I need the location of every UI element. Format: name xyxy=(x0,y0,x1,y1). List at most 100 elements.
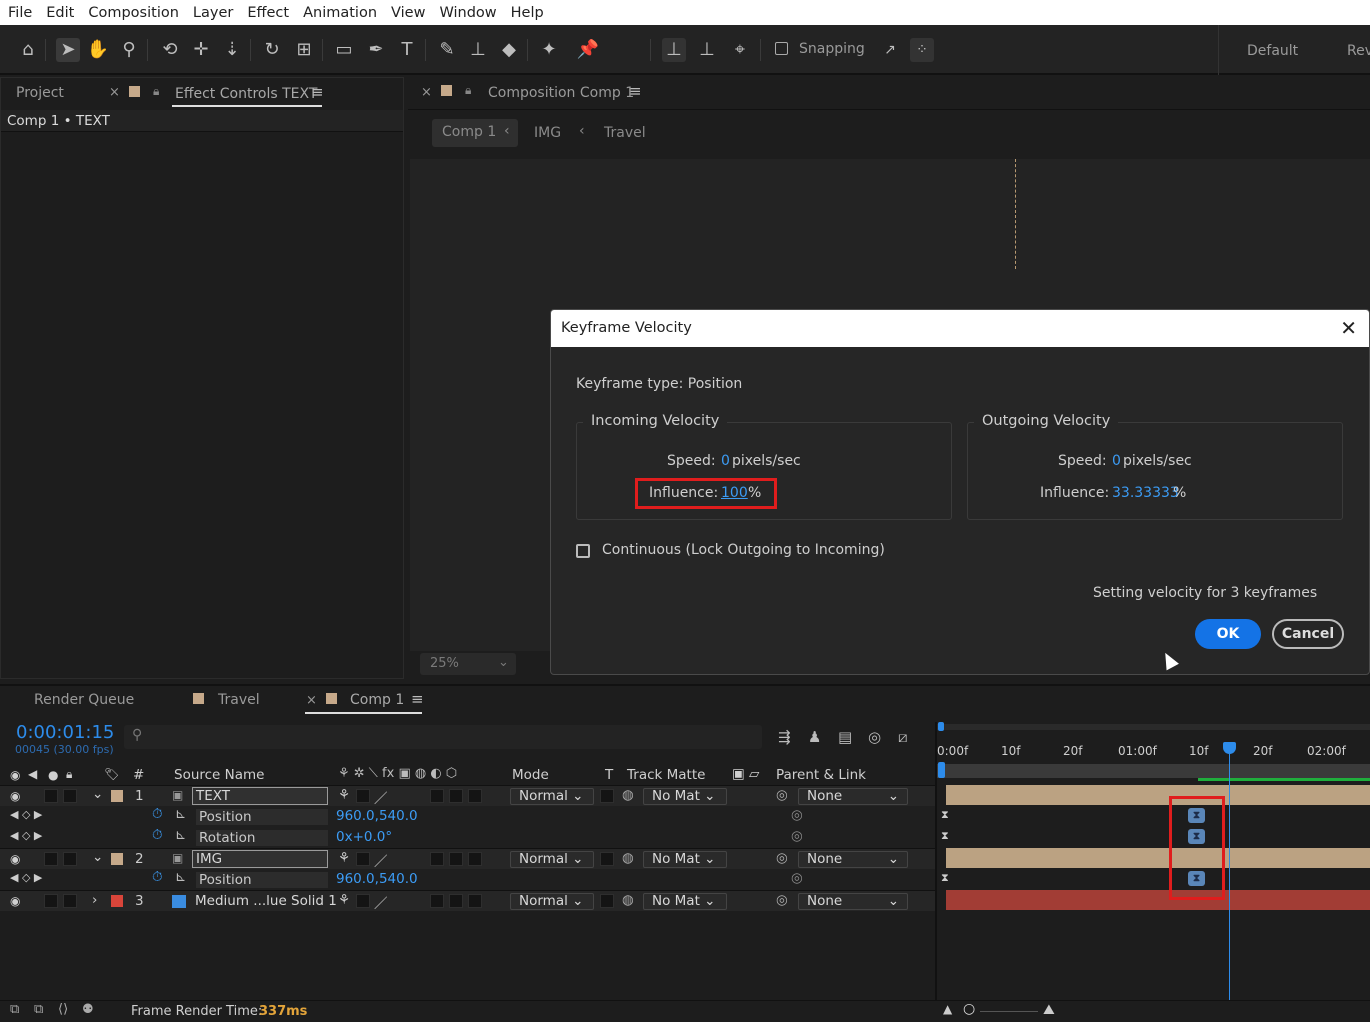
playhead-handle[interactable] xyxy=(1223,742,1236,754)
rotate-icon[interactable]: ↻ xyxy=(260,38,284,62)
mode-dropdown[interactable]: Normal ⌄ xyxy=(510,851,594,868)
outgoing-speed-value[interactable]: 0 xyxy=(1112,453,1121,469)
motion-blur-switch[interactable] xyxy=(430,852,444,866)
keyframe-nav-icon[interactable]: ◀ ◇ ▶ xyxy=(10,808,42,821)
stopwatch-icon[interactable]: ⏱︎ xyxy=(152,869,163,885)
lock-icon[interactable]: 🔒︎ xyxy=(153,84,159,99)
layer-name[interactable]: TEXT xyxy=(192,787,328,805)
property-row-position[interactable]: ◀ ◇ ▶ ⏱︎ ⊾ Position 960.0,540.0 ◎ xyxy=(0,806,935,827)
shy-switch-icon[interactable]: ⚘ xyxy=(338,787,350,803)
tab-travel[interactable]: Travel xyxy=(218,692,260,708)
layer-bar-text[interactable] xyxy=(946,785,1370,805)
shy-switch-icon[interactable]: ⚘ xyxy=(338,850,350,866)
parent-dropdown[interactable]: None ⌄ xyxy=(798,851,908,868)
timeline-graph-area[interactable]: 0:00f 10f 20f 01:00f 10f 20f 02:00f ⧗ ⧗ … xyxy=(935,722,1370,1000)
current-timecode[interactable]: 0:00:01:15 xyxy=(16,722,114,743)
keyframe-start-icon[interactable]: ⧗ xyxy=(941,829,949,843)
brush-icon[interactable]: ✎ xyxy=(435,38,459,62)
layer-bar-img[interactable] xyxy=(946,848,1370,868)
pickwhip-icon[interactable]: ◎ xyxy=(776,850,788,866)
close-icon[interactable]: × xyxy=(421,85,432,100)
eye-icon[interactable]: ◉ xyxy=(10,789,20,803)
label-color[interactable] xyxy=(111,853,123,865)
pan-icon[interactable]: ✛ xyxy=(189,38,213,62)
selection-icon[interactable]: ➤ xyxy=(56,38,80,62)
lock-switch[interactable] xyxy=(63,789,77,803)
incoming-speed-value[interactable]: 0 xyxy=(721,453,730,469)
breadcrumb-travel[interactable]: Travel xyxy=(604,125,646,141)
keyframe-start-icon[interactable]: ⧗ xyxy=(941,871,949,885)
parent-dropdown[interactable]: None ⌄ xyxy=(798,893,908,910)
3d-switch[interactable] xyxy=(468,852,482,866)
layer-switches-icon[interactable]: ⧉ xyxy=(10,1002,19,1017)
pickwhip-icon[interactable]: ◎ xyxy=(791,807,803,823)
incoming-influence-value[interactable]: 100 xyxy=(721,485,748,501)
stopwatch-icon[interactable]: ⏱︎ xyxy=(152,827,163,843)
home-icon[interactable]: ⌂ xyxy=(16,38,40,62)
pickwhip-icon[interactable]: ◎ xyxy=(776,787,788,803)
local-axis-icon[interactable]: ⊥ xyxy=(662,38,686,62)
tab-composition[interactable]: Composition Comp 1 xyxy=(488,85,634,101)
layer-name[interactable]: Medium ...lue Solid 1 xyxy=(195,893,337,909)
cancel-button[interactable]: Cancel xyxy=(1272,619,1344,649)
solo-switch[interactable] xyxy=(44,789,58,803)
collapse-switch[interactable] xyxy=(356,852,370,866)
zoom-in-icon[interactable]: ⛰ xyxy=(1043,1002,1055,1018)
track-matte-dropdown[interactable]: No Mat ⌄ xyxy=(643,893,727,910)
keyframe-start-icon[interactable]: ⧗ xyxy=(941,808,949,822)
chevron-down-icon[interactable]: ⌄ xyxy=(92,786,103,802)
mode-dropdown[interactable]: Normal ⌄ xyxy=(510,788,594,805)
shy-switch-icon[interactable]: ⚘ xyxy=(338,892,350,908)
layer-name[interactable]: IMG xyxy=(192,850,328,868)
lock-switch[interactable] xyxy=(63,894,77,908)
orbit-icon[interactable]: ⟲ xyxy=(158,38,182,62)
tab-comp1[interactable]: Comp 1 xyxy=(350,692,404,708)
eye-icon[interactable]: ◉ xyxy=(10,894,20,908)
property-value[interactable]: 960.0,540.0 xyxy=(336,808,418,824)
tab-render-queue[interactable]: Render Queue xyxy=(34,692,134,708)
pen-icon[interactable]: ✒ xyxy=(364,38,388,62)
graph-icon[interactable]: ⊾ xyxy=(175,869,186,885)
zoom-out-icon[interactable]: ▲ xyxy=(943,1002,952,1016)
adjustment-switch[interactable] xyxy=(449,789,463,803)
property-row-position[interactable]: ◀ ◇ ▶ ⏱︎ ⊾ Position 960.0,540.0 ◎ xyxy=(0,869,935,890)
column-source-name[interactable]: Source Name xyxy=(174,767,265,783)
quality-switch-icon[interactable]: ／ xyxy=(374,850,388,870)
keyframe-nav-icon[interactable]: ◀ ◇ ▶ xyxy=(10,829,42,842)
menu-file[interactable]: File xyxy=(8,5,32,21)
shy-layers-icon[interactable]: ♟ xyxy=(808,728,821,746)
layer-row-img[interactable]: ◉ ⌄ 2 ▣ IMG ⚘ ／ Normal ⌄ ◍ No Mat ⌄ ◎ No… xyxy=(0,848,935,870)
panel-menu-icon[interactable]: ≡ xyxy=(411,690,424,708)
puppet-pin-icon[interactable]: 📌 xyxy=(576,38,600,62)
chevron-right-icon[interactable]: › xyxy=(92,892,97,908)
pickwhip-icon[interactable]: ◎ xyxy=(791,870,803,886)
preserve-transparency-switch[interactable] xyxy=(600,789,614,803)
keyframe-nav-icon[interactable]: ◀ ◇ ▶ xyxy=(10,871,42,884)
panel-menu-icon[interactable]: ≡ xyxy=(629,82,642,100)
timeline-search-input[interactable]: ⚲ xyxy=(124,725,762,749)
dolly-icon[interactable]: ⇣ xyxy=(220,38,244,62)
collapse-switch[interactable] xyxy=(356,789,370,803)
layer-row-solid[interactable]: ◉ › 3 Medium ...lue Solid 1 ⚘ ／ Normal ⌄… xyxy=(0,890,935,912)
current-time-indicator[interactable] xyxy=(1229,746,1230,1000)
chevron-down-icon[interactable]: ⌄ xyxy=(92,849,103,865)
quality-switch-icon[interactable]: ／ xyxy=(374,787,388,807)
anchor-icon[interactable]: ⊞ xyxy=(292,38,316,62)
in-out-icon[interactable]: ⟨⟩ xyxy=(58,1002,68,1017)
adjustment-switch[interactable] xyxy=(449,852,463,866)
graph-icon[interactable]: ⊾ xyxy=(175,806,186,822)
panel-menu-icon[interactable]: ≡ xyxy=(311,83,324,101)
menu-animation[interactable]: Animation xyxy=(303,5,377,21)
workspace-review[interactable]: Rev xyxy=(1347,43,1370,59)
parent-dropdown[interactable]: None ⌄ xyxy=(798,788,908,805)
work-area-start-handle[interactable] xyxy=(938,722,944,731)
frame-blending-icon[interactable]: ▤ xyxy=(838,728,852,746)
graph-icon[interactable]: ⊾ xyxy=(175,827,186,843)
snap-edges-icon[interactable]: ↗ xyxy=(878,38,902,62)
label-color[interactable] xyxy=(111,895,123,907)
menu-effect[interactable]: Effect xyxy=(247,5,289,21)
track-matte-dropdown[interactable]: No Mat ⌄ xyxy=(643,851,727,868)
world-axis-icon[interactable]: ⊥ xyxy=(695,38,719,62)
composition-flowchart-icon[interactable]: ⇶ xyxy=(778,728,791,746)
lock-switch[interactable] xyxy=(63,852,77,866)
